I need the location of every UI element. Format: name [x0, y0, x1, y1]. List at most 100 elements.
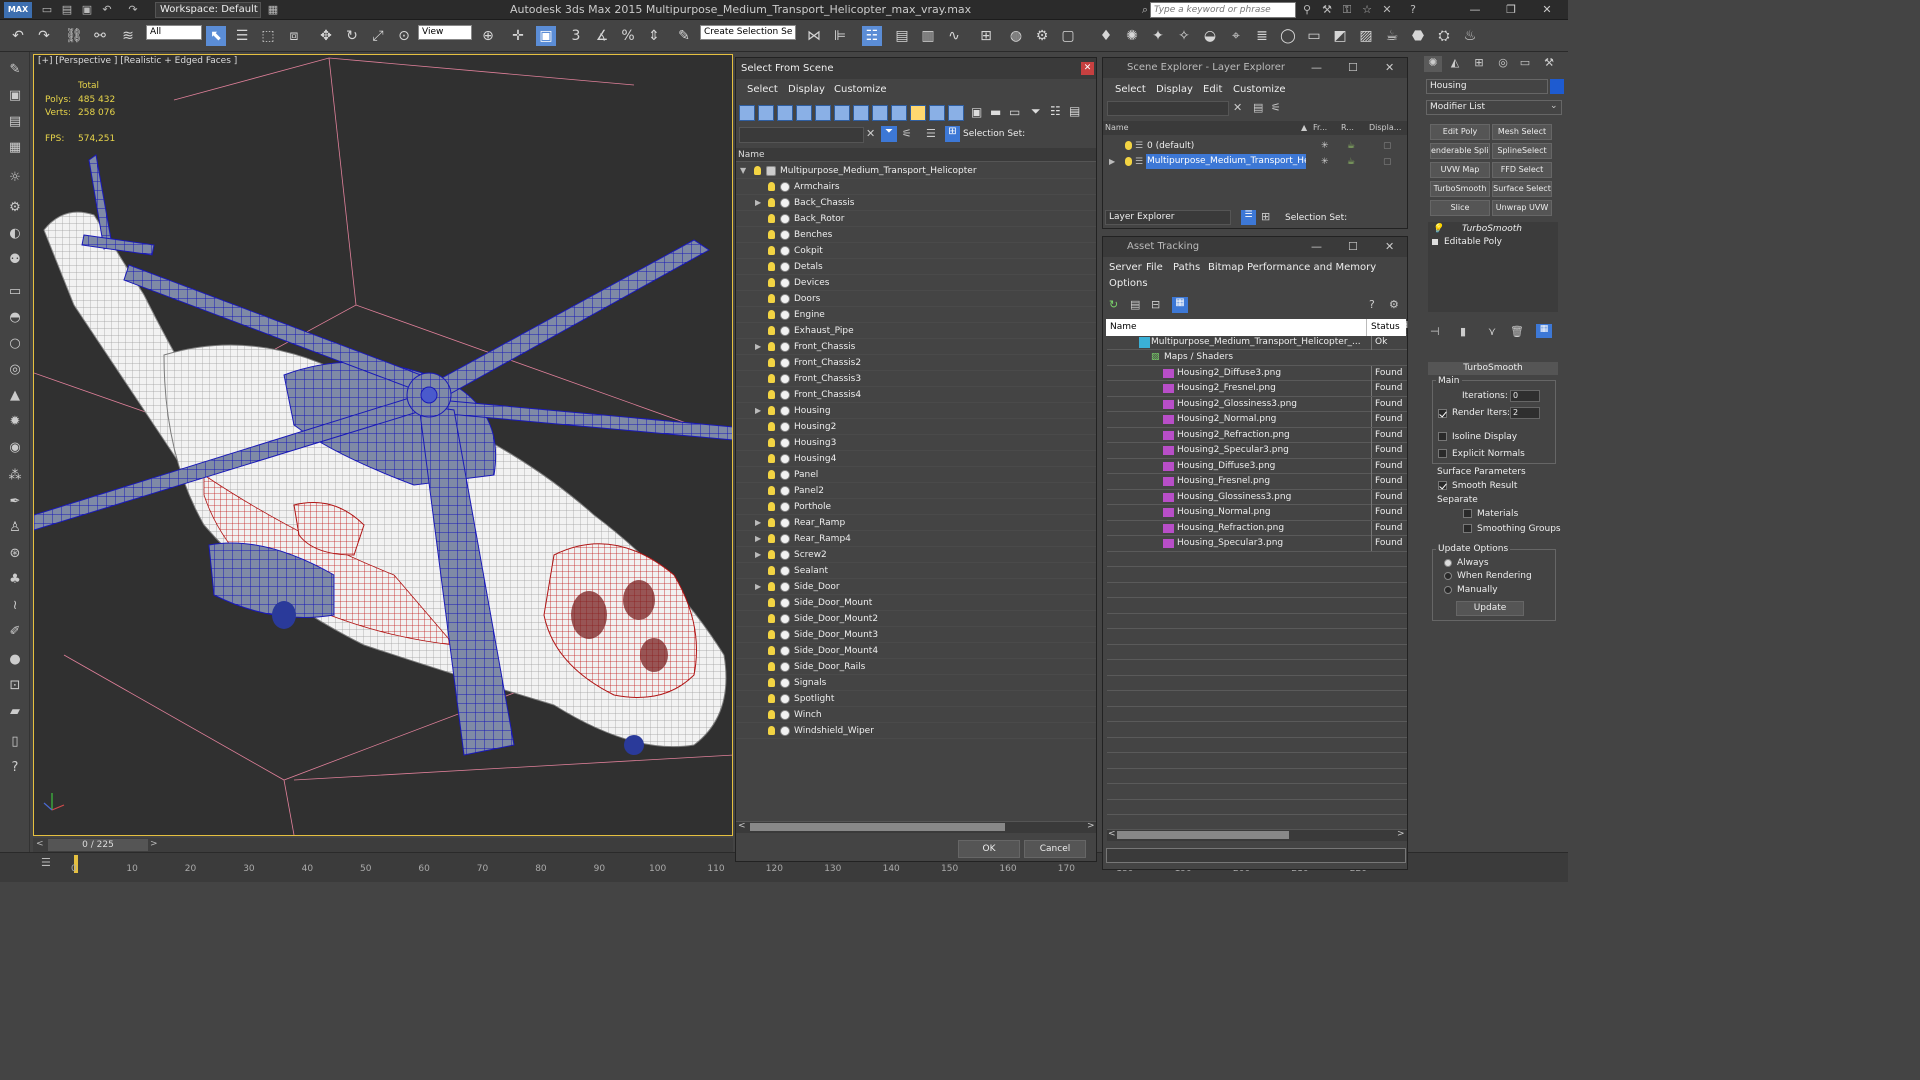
light-bulb-icon[interactable] [768, 598, 775, 607]
motion-tab-icon[interactable]: ◎ [1494, 56, 1512, 72]
asset-row[interactable]: Housing_Diffuse3.png Found [1107, 458, 1407, 474]
light-bulb-icon[interactable] [1125, 157, 1132, 166]
light-bulb-icon[interactable] [768, 454, 775, 463]
project-icon[interactable]: ▦ [266, 3, 280, 17]
proxy-icon[interactable]: ✧ [1174, 26, 1194, 46]
minimize-icon[interactable]: — [1311, 240, 1322, 253]
modifier-button[interactable]: Unwrap UVW [1492, 200, 1552, 216]
tools-icon[interactable]: ⚒ [1320, 3, 1334, 17]
show-end-result-icon[interactable]: ▮ [1460, 325, 1466, 338]
asset-row[interactable]: Housing_Refraction.png Found [1107, 520, 1407, 536]
tree-view-icon[interactable]: ⊟ [1151, 298, 1160, 311]
collection-icon[interactable]: ⊡ [5, 676, 25, 696]
tree-row[interactable]: Exhaust_Pipe [736, 323, 1096, 339]
brush-icon[interactable]: ✐ [5, 622, 25, 642]
light-bulb-icon[interactable] [768, 342, 775, 351]
col-name[interactable]: Name [1105, 121, 1129, 135]
tree-row[interactable]: Porthole [736, 499, 1096, 515]
tree-row[interactable]: Side_Door_Rails [736, 659, 1096, 675]
helpers-icon[interactable]: ⚙ [5, 198, 25, 218]
layer-highlight-icon[interactable]: ⚟ [1271, 101, 1281, 114]
hierarchy-tab-icon[interactable]: ⊞ [1470, 56, 1488, 72]
hierarchy-icon[interactable]: ⊞ [945, 126, 960, 142]
select-object-icon[interactable]: ⬉ [206, 26, 226, 46]
render-icon[interactable]: ⬣ [1408, 26, 1428, 46]
light-bulb-icon[interactable] [768, 646, 775, 655]
configure-modifier-sets-icon[interactable]: ▦ [1536, 324, 1552, 338]
viewport-label[interactable]: [+] [Perspective ] [Realistic + Edged Fa… [38, 56, 237, 66]
expand-icon[interactable]: ▶ [755, 195, 761, 211]
menu-server[interactable]: Server [1109, 262, 1142, 273]
tree-row[interactable]: Sealant [736, 563, 1096, 579]
scene-tree[interactable]: ▼ Multipurpose_Medium_Transport_Helicopte… [736, 163, 1096, 823]
toggle-scene-explorer-icon[interactable]: ☷ [862, 26, 882, 46]
display-frozen-icon[interactable] [929, 105, 945, 121]
perspective-viewport[interactable] [33, 54, 733, 836]
turbosmooth-rollout-header[interactable]: TurboSmooth [1428, 362, 1558, 375]
cylinder-icon[interactable]: ◓ [5, 308, 25, 328]
layer-add-icon[interactable]: ▤ [1253, 101, 1263, 114]
pivot-center-icon[interactable]: ⊕ [478, 26, 498, 46]
expand-icon[interactable]: ▶ [755, 339, 761, 355]
display-box-icon[interactable]: ▢ [1383, 154, 1392, 170]
light-bulb-icon[interactable] [768, 230, 775, 239]
frame-buffer-icon[interactable]: ▨ [1356, 26, 1376, 46]
light-bulb-icon[interactable] [768, 614, 775, 623]
hair-icon[interactable]: ≀ [5, 596, 25, 616]
tree-row[interactable]: Side_Door_Mount2 [736, 611, 1096, 627]
tree-row[interactable]: ▶ Rear_Ramp [736, 515, 1096, 531]
render-region-icon[interactable]: ◩ [1330, 26, 1350, 46]
tree-row[interactable]: Side_Door_Mount [736, 595, 1096, 611]
create-icon[interactable]: ✎ [5, 60, 25, 80]
grid-icon[interactable]: ▦ [5, 138, 25, 158]
light-bulb-icon[interactable]: 💡 [1432, 223, 1443, 236]
menu-edit[interactable]: Edit [1203, 84, 1222, 95]
minimize-icon[interactable]: — [1311, 61, 1322, 74]
foliage-icon[interactable]: ♣ [5, 570, 25, 590]
render-frame-icon[interactable]: ▢ [1058, 26, 1078, 46]
tree-row[interactable]: ▶ Side_Door [736, 579, 1096, 595]
asset-row[interactable]: Housing_Normal.png Found [1107, 505, 1407, 521]
modifier-button[interactable]: Surface Select [1492, 181, 1552, 197]
col-status[interactable]: Status [1366, 319, 1400, 336]
display-spacewarps-icon[interactable] [834, 105, 850, 121]
display-containers-icon[interactable] [910, 105, 926, 121]
place-icon[interactable]: ⊙ [394, 26, 414, 46]
light-bulb-icon[interactable] [768, 310, 775, 319]
redo-icon[interactable]: ↷ [34, 26, 54, 46]
expand-icon[interactable]: ▶ [755, 515, 761, 531]
modify-tab-icon[interactable]: ◭ [1446, 56, 1464, 72]
render-teapot-icon[interactable]: ☕ [1347, 154, 1355, 170]
unlink-icon[interactable]: ⚯ [90, 26, 110, 46]
tree-row[interactable]: Front_Chassis2 [736, 355, 1096, 371]
expand-icon[interactable]: ▶ [755, 547, 761, 563]
freeze-icon[interactable]: ✳ [1321, 138, 1329, 154]
material-editor-icon[interactable]: ◍ [1006, 26, 1026, 46]
tree-row-root[interactable]: ▼ Multipurpose_Medium_Transport_Helicopte… [736, 163, 1096, 179]
tree-row[interactable]: ▶ Back_Chassis [736, 195, 1096, 211]
select-manipulate-icon[interactable]: ✛ [508, 26, 528, 46]
tree-row[interactable]: Cokpit [736, 243, 1096, 259]
menu-paths[interactable]: Paths [1173, 262, 1200, 273]
max-script-icon[interactable]: ▰ [5, 702, 25, 722]
tree-row[interactable]: Side_Door_Mount3 [736, 627, 1096, 643]
paint-icon[interactable]: ✒ [5, 492, 25, 512]
teapot-icon[interactable]: ☕ [1382, 26, 1402, 46]
display-tab-icon[interactable]: ▭ [1516, 56, 1534, 72]
tree-row[interactable]: Detals [736, 259, 1096, 275]
modifier-list-dropdown[interactable]: Modifier List [1426, 100, 1562, 115]
create-tab-icon[interactable]: ✺ [1424, 56, 1442, 72]
sphere-icon[interactable]: ○ [5, 334, 25, 354]
isoline-checkbox[interactable] [1438, 432, 1447, 441]
display-helpers-icon[interactable] [815, 105, 831, 121]
col-name[interactable]: Name [1110, 319, 1137, 336]
menu-bitmap-performance[interactable]: Bitmap Performance and Memory [1208, 262, 1376, 273]
object-color-swatch[interactable] [1550, 79, 1564, 94]
display-box-icon[interactable]: ▢ [1383, 138, 1392, 154]
tree-row[interactable]: Winch [736, 707, 1096, 723]
light-bulb-icon[interactable] [768, 470, 775, 479]
star-icon[interactable]: ☆ [1360, 3, 1374, 17]
light-bulb-icon[interactable] [768, 534, 775, 543]
expand-icon[interactable]: ▶ [1109, 154, 1115, 170]
select-by-name-icon[interactable]: ☰ [232, 26, 252, 46]
